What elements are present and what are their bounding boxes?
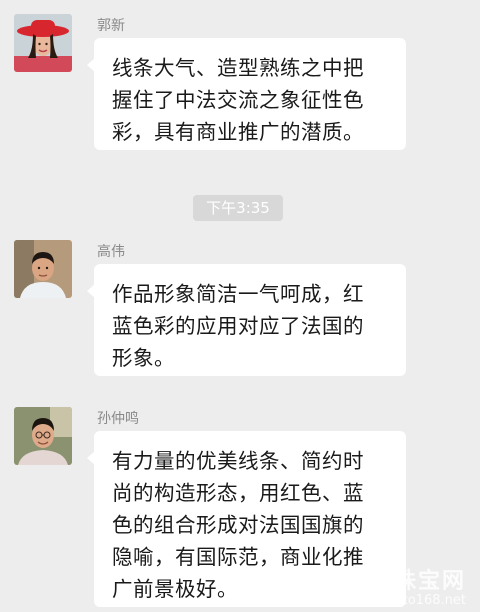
message-line: 有力量的优美线条、简约时 <box>112 449 364 473</box>
message-line: 尚的构造形态，用红色、蓝 <box>112 481 364 505</box>
timestamp-pill: 下午3:35 <box>193 195 283 221</box>
message-line: 色的组合形成对法国国旗的 <box>112 513 364 537</box>
message-line: 隐喻，有国际范，商业化推 <box>112 545 364 569</box>
sender-name: 郭新 <box>97 18 125 34</box>
watermark-name: 东珠宝网 <box>369 569 466 594</box>
message-line: 握住了中法交流之象征性色 <box>112 88 364 112</box>
message-line: 广前景极好。 <box>112 577 238 601</box>
avatar[interactable] <box>14 14 72 72</box>
message-line: 彩，具有商业推广的潜质。 <box>112 120 364 144</box>
message-line: 蓝色彩的应用对应了法国的 <box>112 314 364 338</box>
message-bubble[interactable]: 线条大气、造型熟练之中把 握住了中法交流之象征性色 彩，具有商业推广的潜质。 <box>87 38 406 150</box>
avatar-woman-red-hat-icon <box>14 14 72 72</box>
avatar-man-glasses-icon <box>14 407 72 465</box>
avatar[interactable] <box>14 240 72 298</box>
watermark-url: www.wto168.net <box>357 593 466 608</box>
avatar-man-icon <box>14 240 72 298</box>
message-line: 作品形象简洁一气呵成，红 <box>112 282 364 306</box>
avatar[interactable] <box>14 407 72 465</box>
sender-name: 孙仲鸣 <box>97 411 139 427</box>
message-bubble[interactable]: 作品形象简洁一气呵成，红 蓝色彩的应用对应了法国的 形象。 <box>87 264 406 376</box>
message-line: 线条大气、造型熟练之中把 <box>112 56 364 80</box>
sender-name: 高伟 <box>97 244 125 260</box>
message-line: 形象。 <box>112 346 175 370</box>
watermark: 东珠宝网 www.wto168.net <box>357 563 466 608</box>
